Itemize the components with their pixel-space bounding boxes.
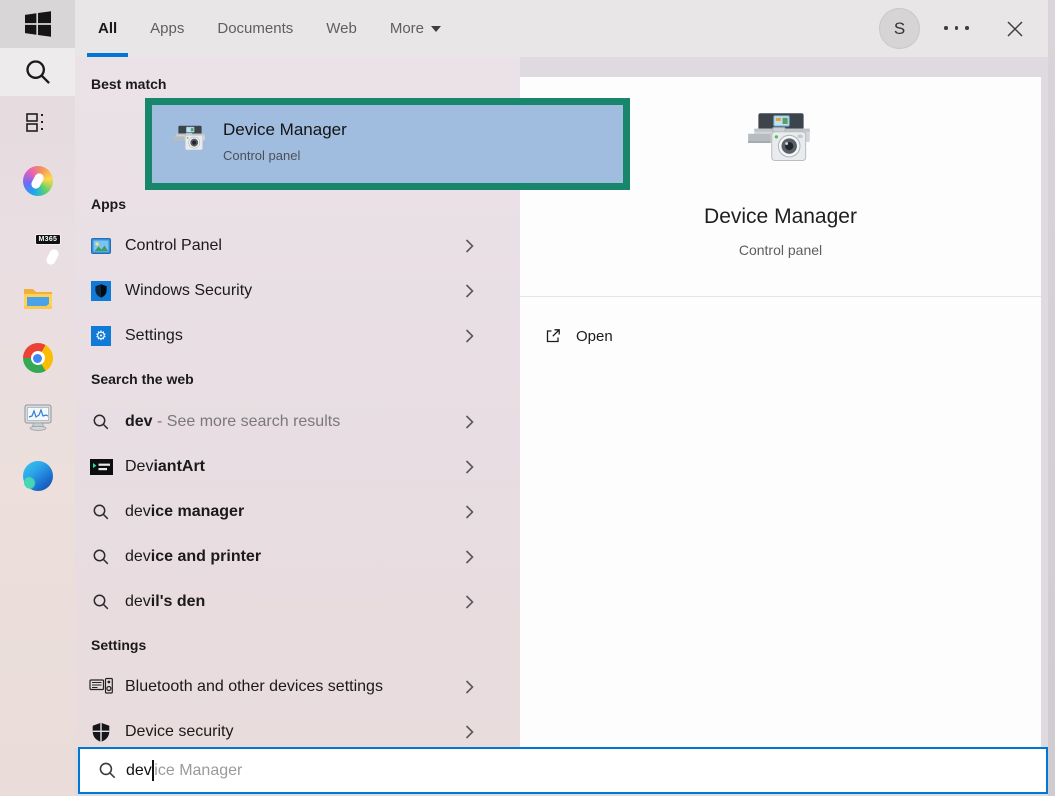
chevron-right-icon[interactable] <box>465 284 474 299</box>
file-explorer-icon <box>22 284 54 312</box>
performance-monitor-icon <box>23 403 53 431</box>
search-flyout-window: All Apps Documents Web More S Best match… <box>75 0 1048 796</box>
chevron-right-icon[interactable] <box>465 680 474 695</box>
search-icon <box>88 503 114 521</box>
close-icon <box>1005 19 1025 39</box>
tab-apps[interactable]: Apps <box>150 0 184 57</box>
section-header-best-match: Best match <box>91 76 166 92</box>
result-row-deviantart[interactable]: DeviantArt <box>75 447 520 487</box>
best-match-title: Device Manager <box>223 120 347 140</box>
search-icon <box>88 548 114 566</box>
open-label: Open <box>576 328 613 345</box>
result-row-device-manager-search[interactable]: device manager <box>75 492 520 532</box>
best-match-subtitle: Control panel <box>223 148 300 163</box>
chevron-right-icon[interactable] <box>465 329 474 344</box>
search-icon <box>88 593 114 611</box>
section-header-web: Search the web <box>91 371 194 387</box>
m365-badge: M365 <box>35 234 62 245</box>
chevron-right-icon[interactable] <box>465 550 474 565</box>
device-manager-icon-large <box>744 111 818 173</box>
m365-copilot-button[interactable]: M365 <box>0 225 75 259</box>
open-external-icon <box>544 327 562 345</box>
tab-more[interactable]: More <box>390 0 441 57</box>
result-row-see-more[interactable]: dev - See more search results <box>75 402 520 442</box>
divider <box>520 296 1041 297</box>
control-panel-icon <box>88 238 114 254</box>
chevron-down-icon <box>431 26 441 32</box>
windows-logo-icon <box>25 11 51 37</box>
result-row-control-panel[interactable]: Control Panel <box>75 226 520 266</box>
search-inline-suggestion: ice Manager <box>154 762 242 780</box>
device-manager-icon-small <box>171 124 209 157</box>
chrome-icon <box>23 343 53 373</box>
search-icon <box>88 413 114 431</box>
copilot-button[interactable] <box>0 164 75 198</box>
chevron-right-icon[interactable] <box>465 725 474 740</box>
search-icon <box>24 58 52 86</box>
copilot-icon <box>23 166 53 196</box>
chevron-right-icon[interactable] <box>465 460 474 475</box>
best-match-item[interactable]: Device Manager Control panel <box>152 105 623 183</box>
search-input[interactable]: dev ice Manager <box>78 747 1048 794</box>
account-avatar[interactable]: S <box>879 8 920 49</box>
edge-button[interactable] <box>0 459 75 493</box>
preview-title: Device Manager <box>520 205 1041 229</box>
result-row-windows-security[interactable]: Windows Security <box>75 271 520 311</box>
bluetooth-devices-icon <box>88 678 114 697</box>
taskbar: M365 <box>0 0 75 796</box>
search-typed-text: dev <box>126 762 152 780</box>
section-header-apps: Apps <box>91 196 126 212</box>
file-explorer-button[interactable] <box>0 281 75 315</box>
chevron-right-icon[interactable] <box>465 595 474 610</box>
settings-gear-icon: ⚙ <box>88 326 114 346</box>
performance-monitor-button[interactable] <box>0 400 75 434</box>
tab-all[interactable]: All <box>98 0 117 57</box>
chevron-right-icon[interactable] <box>465 239 474 254</box>
windows-search-flyout: M365 <box>0 0 1055 796</box>
task-view-button[interactable] <box>0 106 75 138</box>
start-button[interactable] <box>0 0 75 48</box>
chevron-right-icon[interactable] <box>465 415 474 430</box>
open-action[interactable]: Open <box>544 318 1017 354</box>
task-view-icon <box>24 108 52 136</box>
section-header-settings: Settings <box>91 637 146 653</box>
result-row-device-security[interactable]: Device security <box>75 712 520 752</box>
search-icon <box>98 761 117 780</box>
tab-documents[interactable]: Documents <box>217 0 293 57</box>
chrome-button[interactable] <box>0 341 75 375</box>
annotation-highlight-box: Device Manager Control panel <box>145 98 630 190</box>
chevron-right-icon[interactable] <box>465 505 474 520</box>
deviantart-icon <box>88 459 114 475</box>
search-tab-bar: All Apps Documents Web More S <box>75 0 1048 57</box>
taskbar-search-button[interactable] <box>0 48 75 96</box>
close-button[interactable] <box>1001 15 1029 43</box>
more-options-button[interactable] <box>944 26 976 32</box>
edge-icon <box>23 461 53 491</box>
result-row-bluetooth-settings[interactable]: Bluetooth and other devices settings <box>75 667 520 707</box>
preview-subtitle: Control panel <box>520 242 1041 258</box>
result-row-devils-den-search[interactable]: devil's den <box>75 582 520 622</box>
result-row-settings[interactable]: ⚙ Settings <box>75 316 520 356</box>
device-security-shield-icon <box>88 722 114 742</box>
result-row-device-and-printer-search[interactable]: device and printer <box>75 537 520 577</box>
tab-web[interactable]: Web <box>326 0 357 57</box>
windows-security-icon <box>88 281 114 301</box>
